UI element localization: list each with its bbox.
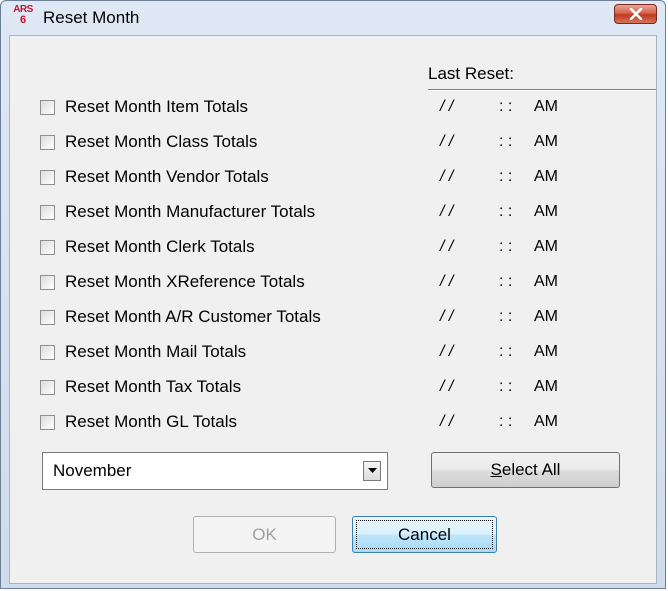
- option-label: Reset Month Tax Totals: [65, 377, 242, 396]
- option-label: Reset Month Manufacturer Totals: [65, 202, 316, 221]
- option-label: Reset Month Item Totals: [65, 97, 248, 116]
- title-bar[interactable]: ARS 6 Reset Month: [1, 1, 665, 35]
- option-checkbox[interactable]: [40, 170, 55, 185]
- last-reset-header: Last Reset:: [428, 64, 514, 83]
- option-checkbox[interactable]: [40, 100, 55, 115]
- option-checkbox[interactable]: [40, 310, 55, 325]
- last-reset-ampm: AM: [534, 308, 558, 325]
- ars-app-icon: ARS 6: [11, 5, 35, 29]
- last-reset-ampm: AM: [534, 203, 558, 220]
- last-reset-date: / /: [440, 308, 454, 325]
- last-reset-date: / /: [440, 98, 454, 115]
- select-all-label: elect All: [501, 460, 561, 479]
- last-reset-date: / /: [440, 238, 454, 255]
- last-reset-time: : :: [499, 238, 513, 255]
- option-checkbox[interactable]: [40, 240, 55, 255]
- select-all-mnemonic: S: [490, 460, 502, 479]
- last-reset-date: / /: [440, 273, 454, 290]
- close-button[interactable]: [614, 4, 657, 24]
- option-checkbox[interactable]: [40, 345, 55, 360]
- window-title: Reset Month: [43, 8, 140, 27]
- dialog-body: Last Reset: Reset Month Item Totals / / : …: [9, 35, 657, 584]
- option-label: Reset Month GL Totals: [65, 412, 237, 431]
- option-checkbox[interactable]: [40, 135, 55, 150]
- dropdown-button[interactable]: [363, 461, 381, 481]
- header-divider: [428, 89, 656, 91]
- last-reset-time: : :: [499, 168, 513, 185]
- last-reset-time: : :: [499, 203, 513, 220]
- last-reset-ampm: AM: [534, 238, 558, 255]
- option-checkbox[interactable]: [40, 205, 55, 220]
- option-label: Reset Month Vendor Totals: [65, 167, 269, 186]
- option-label: Reset Month A/R Customer Totals: [65, 307, 321, 326]
- last-reset-time: : :: [499, 133, 513, 150]
- last-reset-ampm: AM: [534, 378, 558, 395]
- last-reset-ampm: AM: [534, 343, 558, 360]
- option-checkbox[interactable]: [40, 380, 55, 395]
- last-reset-ampm: AM: [534, 133, 558, 150]
- focus-rectangle: [356, 520, 493, 549]
- reset-month-dialog: ARS 6 Reset Month Last Reset: Reset Mont…: [0, 0, 666, 589]
- last-reset-date: / /: [440, 343, 454, 360]
- option-checkbox[interactable]: [40, 275, 55, 290]
- last-reset-date: / /: [440, 203, 454, 220]
- last-reset-time: : :: [499, 273, 513, 290]
- cancel-button[interactable]: Cancel: [352, 516, 497, 553]
- option-label: Reset Month Class Totals: [65, 132, 258, 151]
- last-reset-date: / /: [440, 133, 454, 150]
- option-label: Reset Month Mail Totals: [65, 342, 247, 361]
- app-icon-text-bottom: 6: [19, 14, 27, 26]
- last-reset-date: / /: [440, 378, 454, 395]
- last-reset-time: : :: [499, 413, 513, 430]
- option-label: Reset Month XReference Totals: [65, 272, 305, 291]
- last-reset-time: : :: [499, 98, 513, 115]
- option-checkbox[interactable]: [40, 415, 55, 430]
- last-reset-time: : :: [499, 378, 513, 395]
- last-reset-time: : :: [499, 343, 513, 360]
- ok-button[interactable]: OK: [193, 516, 336, 553]
- last-reset-ampm: AM: [534, 98, 558, 115]
- last-reset-time: : :: [499, 308, 513, 325]
- last-reset-ampm: AM: [534, 413, 558, 430]
- last-reset-ampm: AM: [534, 168, 558, 185]
- option-label: Reset Month Clerk Totals: [65, 237, 255, 256]
- last-reset-date: / /: [440, 168, 454, 185]
- month-select-value: November: [53, 461, 132, 480]
- month-select[interactable]: November: [42, 452, 388, 490]
- close-icon: [629, 8, 643, 20]
- select-all-button[interactable]: Select All: [431, 452, 620, 488]
- last-reset-date: / /: [440, 413, 454, 430]
- chevron-down-icon: [368, 468, 377, 473]
- last-reset-ampm: AM: [534, 273, 558, 290]
